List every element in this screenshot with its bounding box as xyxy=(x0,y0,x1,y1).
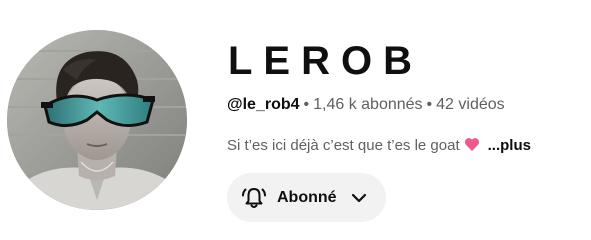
avatar-photo xyxy=(7,30,187,210)
channel-handle[interactable]: @le_rob4 xyxy=(227,96,300,113)
channel-avatar[interactable] xyxy=(7,30,187,210)
subscribed-button[interactable]: Abonné xyxy=(227,173,386,222)
meta-separator: • xyxy=(426,96,433,113)
subscriber-count: 1,46 k abonnés xyxy=(313,96,423,113)
channel-meta: @le_rob4 • 1,46 k abonnés • 42 vidéos xyxy=(227,95,505,115)
pink-heart-icon xyxy=(464,137,480,158)
video-count: 42 vidéos xyxy=(436,96,505,113)
channel-name: LEROB xyxy=(228,39,423,83)
bell-icon xyxy=(240,184,268,212)
description-text: Si t’es ici déjà c’est que t’es le goat xyxy=(227,137,460,154)
more-link[interactable]: ...plus xyxy=(488,137,531,154)
subscribed-label: Abonné xyxy=(277,188,337,206)
channel-description[interactable]: Si t’es ici déjà c’est que t’es le goat.… xyxy=(227,136,531,158)
chevron-down-icon xyxy=(349,188,369,208)
meta-separator: • xyxy=(303,96,310,113)
